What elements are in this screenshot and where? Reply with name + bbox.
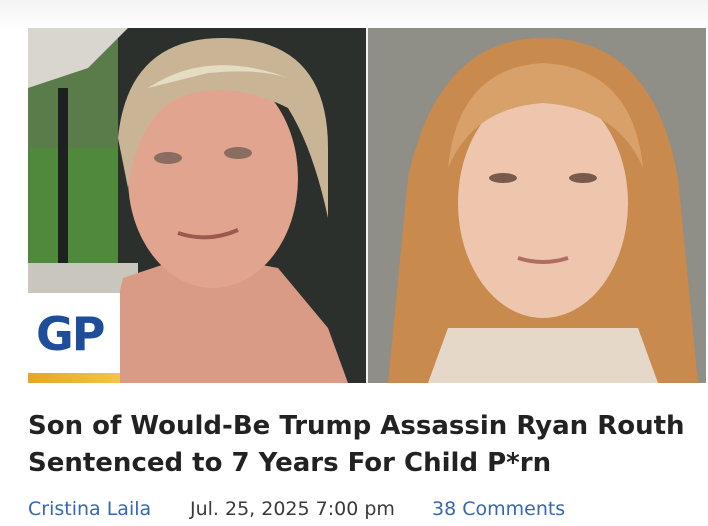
article-hero-image[interactable]: GP — [28, 28, 706, 383]
comments-link[interactable]: 38 Comments — [432, 498, 565, 520]
publish-date: Jul. 25, 2025 7:00 pm — [190, 498, 395, 520]
right-portrait-photo — [368, 28, 706, 383]
article-headline[interactable]: Son of Would-Be Trump Assassin Ryan Rout… — [28, 408, 698, 482]
gp-logo-bar — [28, 373, 120, 383]
gp-logo-text: GP — [36, 307, 105, 361]
gp-logo: GP — [28, 293, 120, 383]
article-meta: Cristina Laila Jul. 25, 2025 7:00 pm 38 … — [28, 498, 698, 524]
author-link[interactable]: Cristina Laila — [28, 498, 151, 520]
